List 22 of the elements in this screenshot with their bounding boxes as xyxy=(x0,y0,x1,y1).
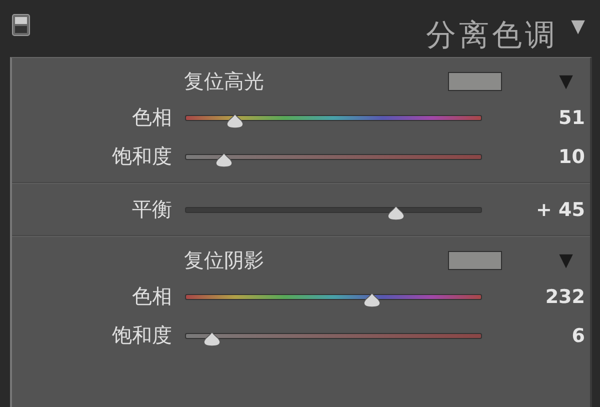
slider-label: 饱和度 xyxy=(111,143,172,170)
color-swatch[interactable] xyxy=(448,250,502,270)
slider-thumb[interactable] xyxy=(386,204,405,220)
slider-label: 色相 xyxy=(131,283,172,310)
slider-label: 饱和度 xyxy=(111,322,172,349)
slider-label: 平衡 xyxy=(131,196,172,223)
slider-thumb[interactable] xyxy=(226,112,244,128)
slider-value: 6 xyxy=(570,324,585,346)
color-swatch[interactable] xyxy=(448,72,502,90)
panel-title: 分离色调 xyxy=(426,17,558,55)
slider-value: 51 xyxy=(558,106,585,128)
reset-label[interactable]: 复位高光 xyxy=(184,68,264,94)
collapse-icon[interactable]: ▼ xyxy=(568,16,588,37)
slider-value: 10 xyxy=(558,146,585,168)
slider-thumb[interactable] xyxy=(202,330,221,346)
slider-thumb[interactable] xyxy=(363,292,382,308)
reset-label[interactable]: 复位阴影 xyxy=(184,246,264,274)
slider-label: 色相 xyxy=(131,104,172,131)
toggle-icon[interactable] xyxy=(12,14,30,36)
slider-value: 232 xyxy=(544,286,585,308)
slider-value: + 45 xyxy=(535,198,585,220)
slider-thumb[interactable] xyxy=(214,152,233,168)
